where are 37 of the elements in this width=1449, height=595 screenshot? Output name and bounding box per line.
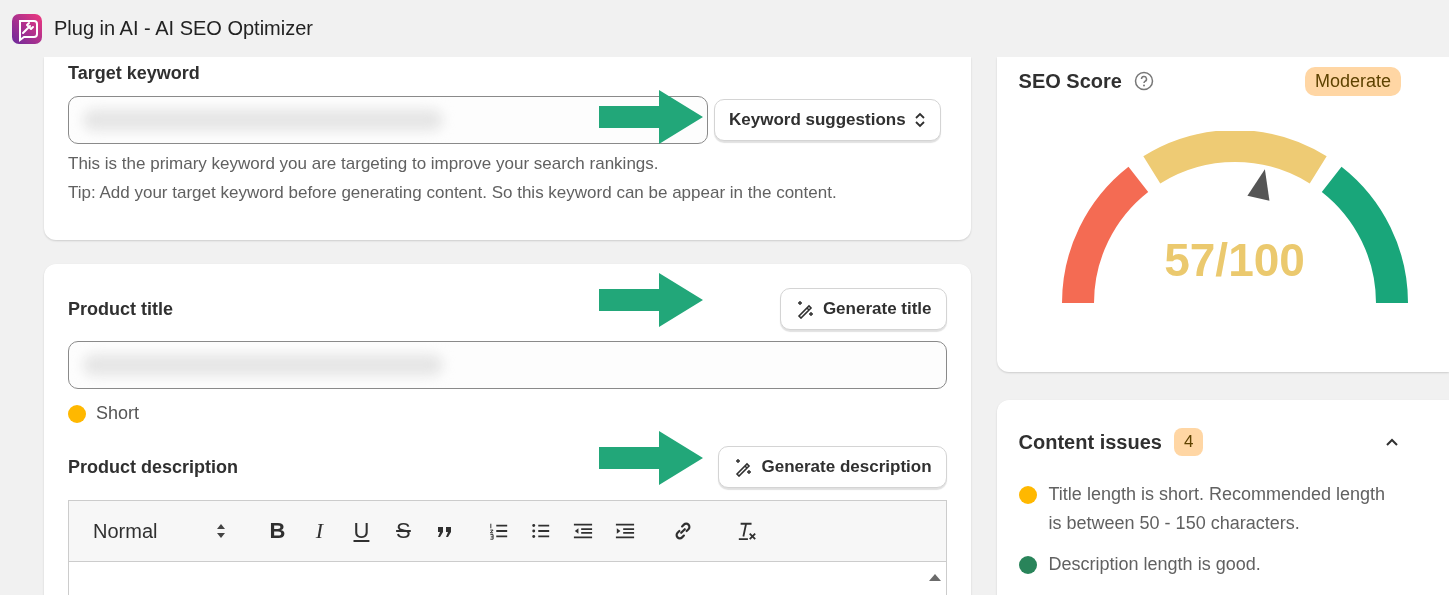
score-text: 57/100: [1163, 233, 1306, 287]
outdent-icon: [573, 521, 594, 541]
magic-wand-icon: [733, 457, 754, 477]
clear-format-icon: [737, 521, 758, 541]
generate-title-button[interactable]: Generate title: [779, 288, 947, 330]
keyword-suggestions-button[interactable]: Keyword suggestions: [714, 99, 941, 141]
help-text: This is the primary keyword you are targeting to improve your search rankings.: [68, 154, 660, 174]
count-badge: 4: [1173, 428, 1204, 456]
card-title: Content issues: [1018, 430, 1162, 454]
section-label: Product title: [68, 298, 173, 320]
rich-text-editor[interactable]: Normal B I U S: [68, 500, 947, 595]
bullet-list-icon: [531, 521, 552, 541]
help-text: Tip: Add your target keyword before generating content. So this keyword can be appear in the content.: [68, 183, 838, 203]
numbered-list-icon: [489, 521, 510, 541]
format-select[interactable]: Normal: [85, 515, 236, 547]
help-icon[interactable]: [1133, 71, 1154, 91]
italic-button[interactable]: I: [305, 517, 334, 545]
status-text: Short: [96, 403, 140, 424]
up-down-icon: [215, 523, 228, 539]
generate-description-button[interactable]: Generate description: [718, 446, 947, 488]
section-label: Product description: [68, 456, 238, 478]
scroll-up-icon: [927, 572, 942, 582]
title-input-field[interactable]: [68, 341, 947, 389]
indent-icon: [615, 521, 636, 541]
status-badge: Moderate: [1304, 66, 1401, 96]
issue-text: Title length is short. Recommended length is between 50 - 150 characters.: [1048, 483, 1387, 535]
underline-button[interactable]: U: [347, 517, 376, 545]
chevron-icon[interactable]: [1385, 437, 1399, 447]
app-logo-icon: [12, 13, 42, 44]
keyword-input-field[interactable]: [68, 96, 708, 144]
card-title: SEO Score: [1018, 69, 1122, 93]
bold-button[interactable]: B: [263, 517, 292, 545]
issue-text: Description length is good.: [1048, 553, 1261, 576]
strike-button[interactable]: S: [389, 517, 418, 545]
up-down-icon: [913, 112, 926, 128]
section-label: Target keyword: [68, 63, 201, 84]
window-title: Plug in AI - AI SEO Optimizer: [54, 17, 313, 40]
